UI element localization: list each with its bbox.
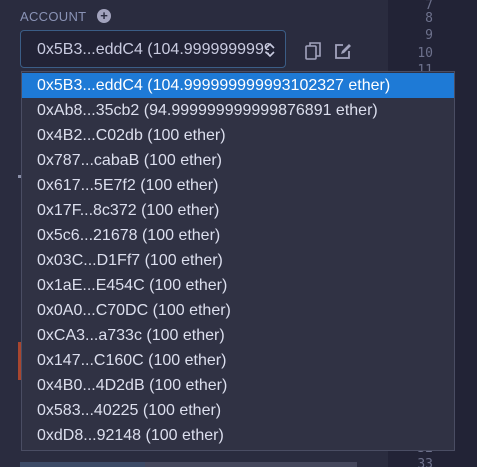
chevron-updown-icon	[265, 43, 275, 57]
account-option[interactable]: 0xCA3...a733c (100 ether)	[22, 323, 454, 348]
line-number: 8	[425, 11, 433, 26]
account-option[interactable]: 0x787...cabaB (100 ether)	[22, 148, 454, 173]
plus-icon[interactable]: +	[97, 9, 111, 23]
account-label: ACCOUNT	[20, 9, 87, 24]
account-option[interactable]: 0x4B2...C02db (100 ether)	[22, 123, 454, 148]
account-option[interactable]: 0x5c6...21678 (100 ether)	[22, 223, 454, 248]
account-option[interactable]: 0x147...C160C (100 ether)	[22, 348, 454, 373]
deploy-run-panel: ACCOUNT + 0x5B3...eddC4 (104.99999999999…	[0, 0, 477, 467]
account-select[interactable]: 0x5B3...eddC4 (104.999999999993102327 et…	[20, 30, 286, 68]
account-option[interactable]: 0x4B0...4D2dB (100 ether)	[22, 373, 454, 398]
line-number: 33	[417, 457, 433, 467]
account-option[interactable]: 0xAb8...35cb2 (94.999999999999876891 eth…	[22, 98, 454, 123]
line-number: 9	[425, 28, 433, 43]
account-option[interactable]: 0x583...40225 (100 ether)	[22, 398, 454, 423]
account-option[interactable]: 0xdD8...92148 (100 ether)	[22, 423, 454, 448]
background-button-accent	[20, 462, 145, 467]
account-select-value: 0x5B3...eddC4 (104.999999999993102327 et…	[37, 41, 269, 58]
copy-icon[interactable]	[305, 42, 321, 60]
account-option[interactable]: 0x03C...D1Ff7 (100 ether)	[22, 248, 454, 273]
account-dropdown-list: 0x5B3...eddC4 (104.999999999993102327 et…	[21, 71, 455, 451]
account-option[interactable]: 0x617...5E7f2 (100 ether)	[22, 173, 454, 198]
edit-icon[interactable]	[334, 43, 352, 60]
account-option[interactable]: 0x0A0...C70DC (100 ether)	[22, 298, 454, 323]
account-option[interactable]: 0x5B3...eddC4 (104.999999999993102327 et…	[22, 73, 454, 98]
account-option[interactable]: 0x17F...8c372 (100 ether)	[22, 198, 454, 223]
account-option[interactable]: 0x1aE...E454C (100 ether)	[22, 273, 454, 298]
line-number: 10	[417, 46, 433, 61]
